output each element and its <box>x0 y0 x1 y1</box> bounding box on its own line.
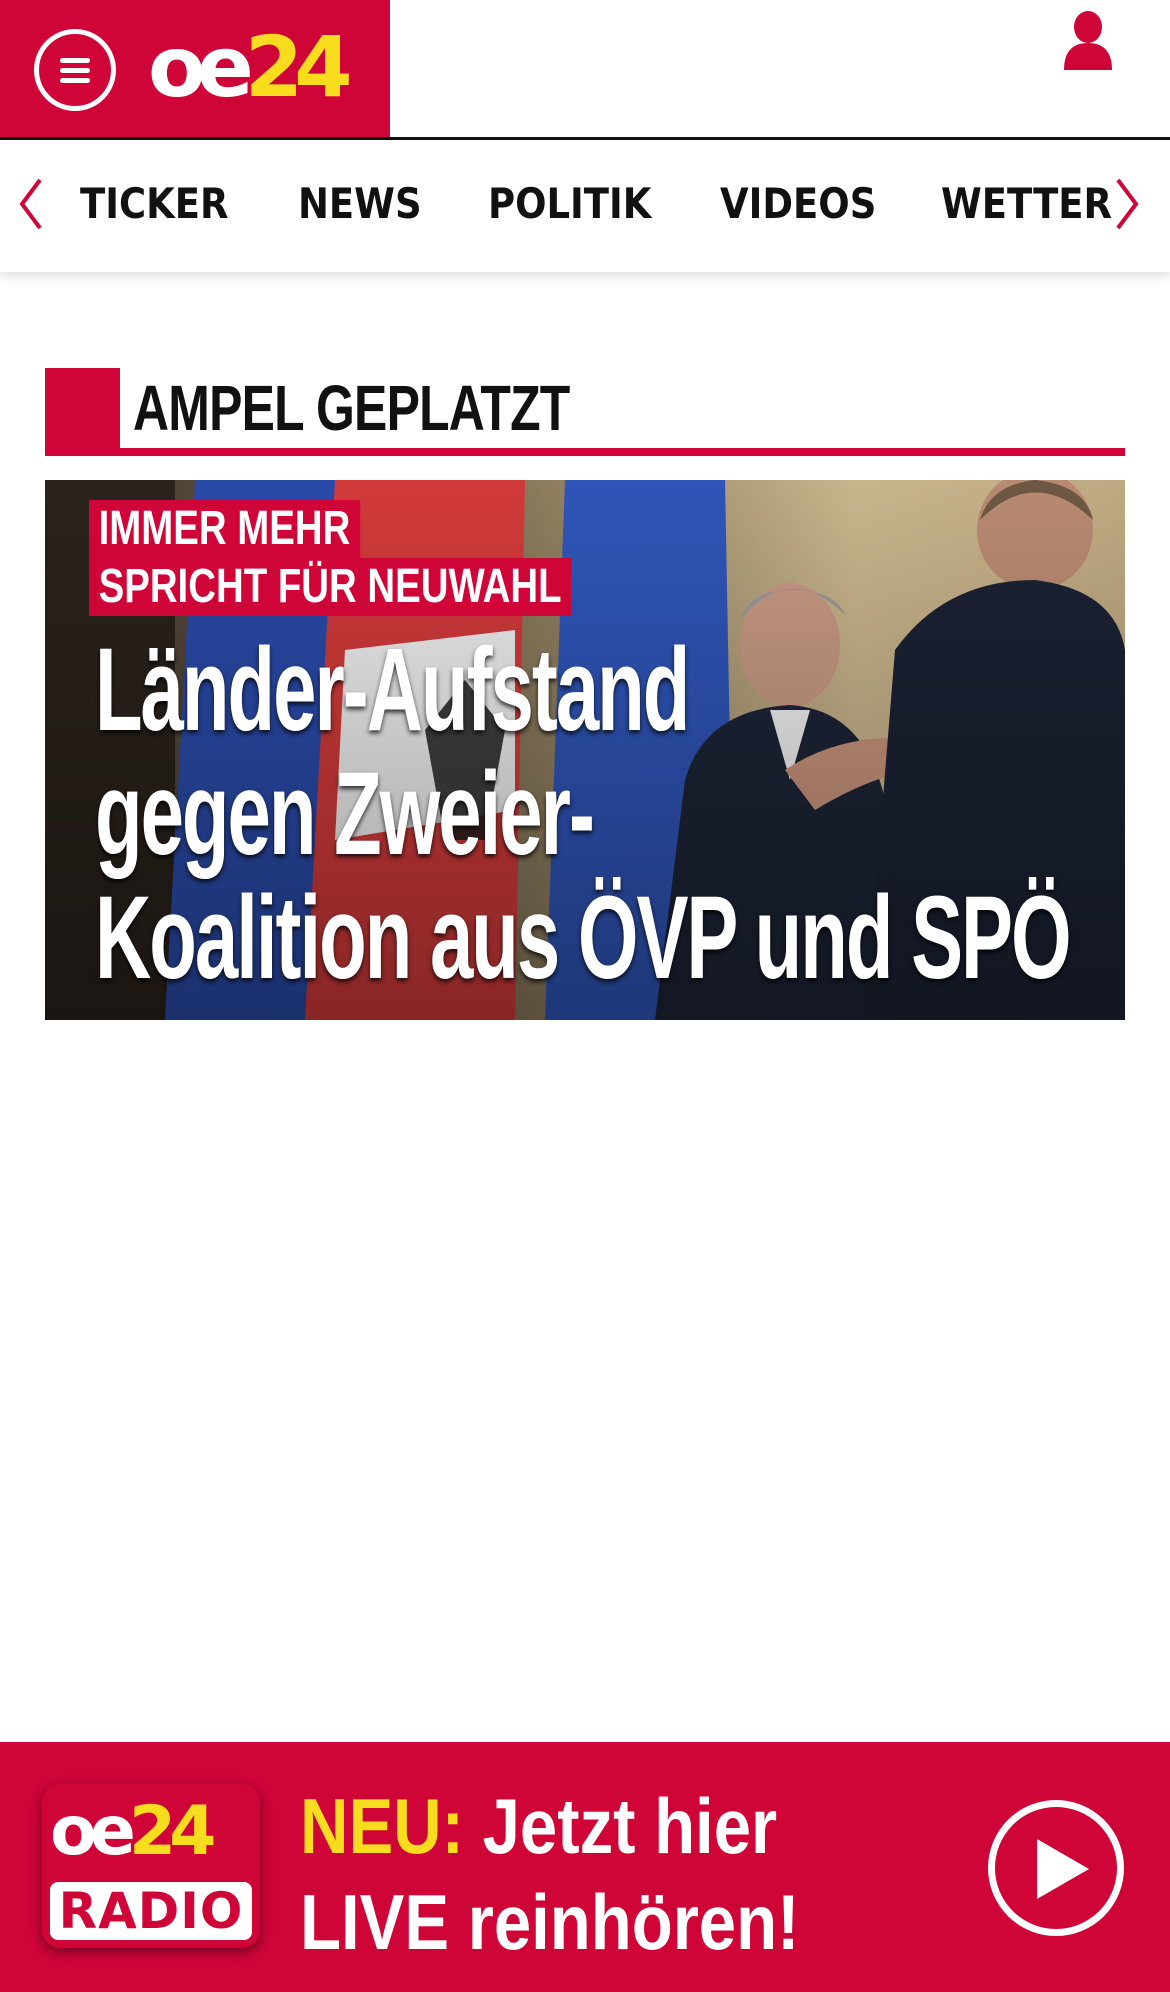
chevron-left-icon[interactable] <box>16 176 46 232</box>
radio-banner[interactable]: oe24 RADIO NEU: Jetzt hier LIVE reinhöre… <box>0 1742 1170 1992</box>
radio-promo-line-2: LIVE reinhören! <box>300 1878 800 1966</box>
kicker-line-1: IMMER MEHR <box>89 500 360 558</box>
radio-neu-label: NEU: <box>300 1782 464 1870</box>
section-marker <box>45 368 120 456</box>
article-kicker: IMMER MEHR SPRICHT FÜR NEUWAHL <box>89 500 692 616</box>
chevron-right-icon[interactable] <box>1112 176 1142 232</box>
section-heading: AMPEL GEPLATZT <box>45 368 1125 456</box>
section-underline <box>45 448 1125 456</box>
nav-item-ticker[interactable]: TICKER <box>80 174 228 234</box>
oe24-logo[interactable]: oe24 <box>148 22 353 112</box>
radio-logo-label: RADIO <box>50 1882 252 1940</box>
hamburger-menu-icon[interactable] <box>34 29 116 111</box>
radio-logo-wordmark: oe24 <box>50 1792 216 1871</box>
play-icon[interactable] <box>988 1800 1124 1936</box>
category-nav: TICKER NEWS POLITIK VIDEOS WETTER <box>0 140 1170 272</box>
nav-item-news[interactable]: NEWS <box>298 174 422 234</box>
nav-item-wetter[interactable]: WETTER <box>941 174 1112 234</box>
user-account-icon[interactable] <box>1062 10 1114 72</box>
radio-promo-text[interactable]: NEU: Jetzt hier LIVE reinhören! <box>300 1778 799 1970</box>
headline-line-2: gegen Zweier- <box>95 748 595 880</box>
radio-promo-line-1-rest: Jetzt hier <box>463 1782 778 1870</box>
kicker-line-2: SPRICHT FÜR NEUWAHL <box>89 558 572 616</box>
nav-item-politik[interactable]: POLITIK <box>488 174 651 234</box>
article-headline[interactable]: Länder-Aufstand gegen Zweier- Koalition … <box>95 624 1072 1004</box>
page: oe24 TICKER NEWS POLITIK VIDEOS WETTER A… <box>0 0 1170 1992</box>
section-title[interactable]: AMPEL GEPLATZT <box>133 370 570 446</box>
nav-item-videos[interactable]: VIDEOS <box>720 174 876 234</box>
radio-promo-line-1: NEU: Jetzt hier <box>300 1778 799 1874</box>
site-header: oe24 <box>0 0 1170 140</box>
hero-article[interactable]: IMMER MEHR SPRICHT FÜR NEUWAHL Länder-Au… <box>45 480 1125 1020</box>
headline-line-1: Länder-Aufstand <box>95 624 690 756</box>
headline-line-3: Koalition aus ÖVP und SPÖ <box>95 872 1072 1004</box>
brand-block: oe24 <box>0 0 390 138</box>
oe24-radio-logo: oe24 RADIO <box>42 1784 260 1948</box>
